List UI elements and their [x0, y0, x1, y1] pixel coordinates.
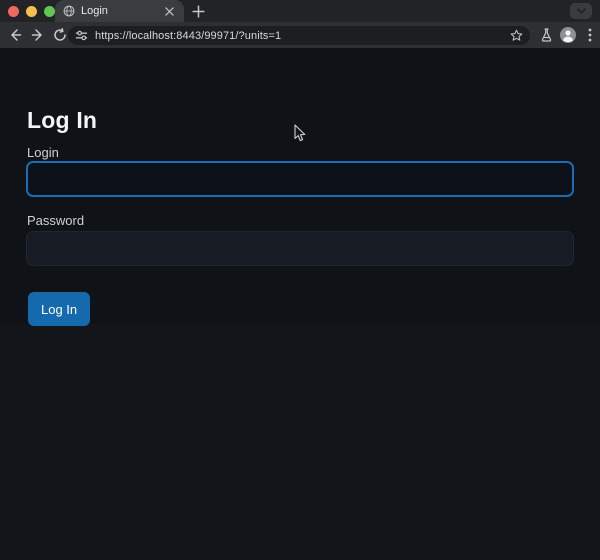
globe-icon — [63, 5, 75, 17]
avatar-icon[interactable] — [560, 27, 576, 43]
login-label: Login — [27, 145, 59, 160]
forward-icon[interactable] — [31, 28, 45, 42]
window-controls — [8, 6, 55, 17]
address-bar[interactable]: https://localhost:8443/99971/?units=1 — [68, 26, 530, 45]
kebab-menu-icon[interactable] — [588, 28, 592, 42]
reload-icon[interactable] — [53, 28, 67, 42]
url-text[interactable]: https://localhost:8443/99971/?units=1 — [95, 30, 510, 42]
log-in-button[interactable]: Log In — [28, 292, 91, 326]
page-content: Log In Login Password Log In — [0, 48, 600, 560]
page-title: Log In — [27, 107, 98, 133]
zoom-window-button[interactable] — [44, 6, 55, 17]
password-label: Password — [27, 213, 85, 228]
minimize-window-button[interactable] — [26, 6, 37, 17]
close-window-button[interactable] — [8, 6, 19, 17]
password-input[interactable] — [26, 231, 574, 266]
browser-window: Login https://localhost:8443/99971/?unit… — [0, 0, 600, 560]
tab-title: Login — [81, 5, 108, 17]
bookmark-star-icon[interactable] — [510, 29, 523, 42]
flask-icon[interactable] — [540, 28, 553, 42]
tab-login[interactable]: Login — [55, 0, 184, 22]
tab-strip: Login — [0, 0, 600, 22]
tune-icon[interactable] — [75, 29, 88, 42]
back-icon[interactable] — [8, 28, 22, 42]
browser-toolbar: https://localhost:8443/99971/?units=1 — [0, 22, 600, 48]
chevron-down-icon[interactable] — [570, 3, 592, 19]
login-form: Log In Login Password Log In — [0, 48, 600, 326]
close-tab-icon[interactable] — [162, 4, 176, 18]
login-input[interactable] — [26, 161, 574, 197]
new-tab-icon[interactable] — [191, 4, 206, 19]
